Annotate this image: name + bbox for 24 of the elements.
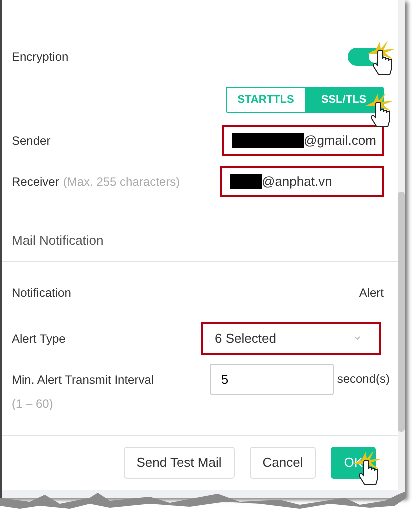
field-label: Alert Type bbox=[12, 330, 67, 348]
unit-label: second(s) bbox=[337, 371, 390, 388]
chevron-down-icon bbox=[354, 336, 361, 341]
redaction-bar bbox=[230, 174, 262, 189]
scrollbar-thumb[interactable] bbox=[398, 192, 405, 432]
field-label: Encryption bbox=[12, 49, 70, 66]
field-label: Min. Alert Transmit Interval bbox=[12, 372, 156, 388]
text-field[interactable]: @gmail.com bbox=[222, 125, 384, 156]
field-value: @anphat.vn bbox=[262, 172, 332, 191]
field-value: @gmail.com bbox=[304, 132, 376, 150]
select-field[interactable]: 6 Selected bbox=[201, 322, 381, 355]
dialog-button[interactable]: Send Test Mail bbox=[124, 447, 235, 479]
redaction-bar bbox=[232, 133, 304, 148]
range-hint: (1 – 60) bbox=[12, 397, 54, 411]
text-field[interactable]: @anphat.vn bbox=[220, 166, 384, 197]
number-input[interactable]: 5 bbox=[210, 364, 334, 395]
field-hint: (Max. 255 characters) bbox=[63, 174, 180, 190]
dialog-button[interactable]: Cancel bbox=[250, 447, 316, 479]
field-value: 6 Selected bbox=[215, 330, 278, 348]
field-label: Sender bbox=[12, 132, 51, 150]
section-title: Mail Notification bbox=[2, 220, 398, 262]
field-label: Receiver bbox=[12, 174, 60, 190]
field-label: Notification bbox=[12, 285, 72, 302]
field-value: Alert bbox=[359, 285, 384, 302]
